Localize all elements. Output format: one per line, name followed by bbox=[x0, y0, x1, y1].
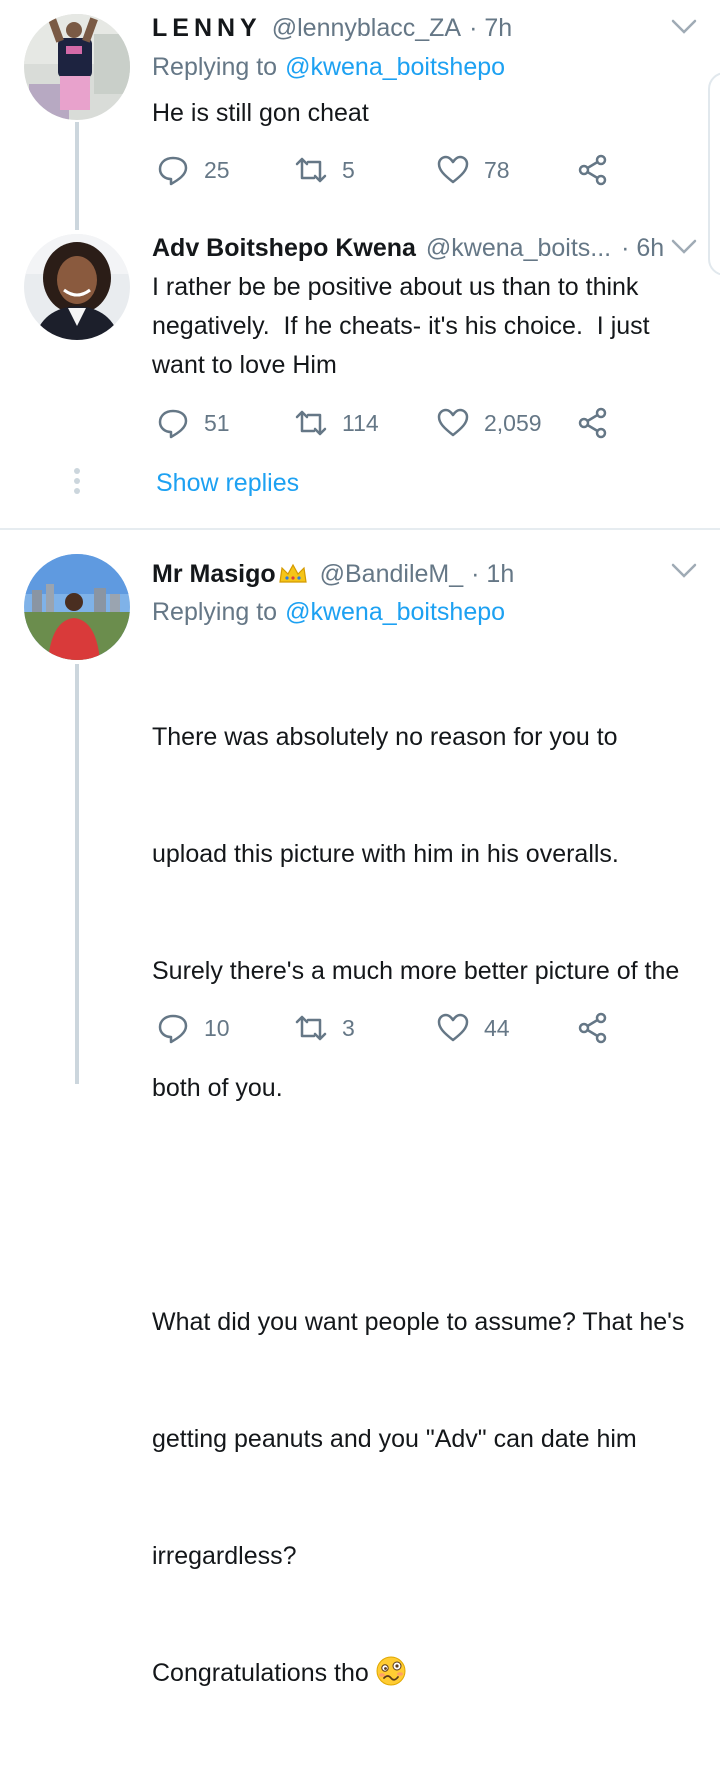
tweet-text: He is still gon cheat bbox=[152, 99, 369, 127]
avatar-image bbox=[24, 14, 130, 120]
like-count: 2,059 bbox=[484, 409, 542, 436]
share-button[interactable] bbox=[576, 1008, 624, 1048]
replying-to: Replying to @kwena_boitshepo bbox=[152, 53, 505, 82]
reply-button[interactable]: 51 bbox=[156, 403, 230, 443]
tweet-header: LENNY @lennyblacc_ZA · 7h bbox=[152, 8, 512, 48]
timestamp[interactable]: · 1h bbox=[471, 560, 514, 589]
chevron-down-icon[interactable] bbox=[670, 556, 698, 584]
tweet-lenny[interactable]: LENNY @lennyblacc_ZA · 7h Replying to @kw… bbox=[0, 0, 720, 230]
reply-icon bbox=[158, 409, 188, 439]
tweet-actions: 10 3 44 bbox=[152, 1008, 632, 1048]
tweet-adv-boitshepo[interactable]: Adv Boitshepo Kwena @kwena_boits... · 6h… bbox=[0, 228, 720, 528]
share-button[interactable] bbox=[576, 403, 624, 443]
display-name[interactable]: Adv Boitshepo Kwena bbox=[152, 234, 416, 263]
tweet-text-line bbox=[152, 1186, 712, 1225]
tweet-text: I rather be be positive about us than to… bbox=[152, 273, 657, 379]
share-icon bbox=[578, 407, 607, 439]
reply-count: 25 bbox=[204, 156, 230, 183]
like-button[interactable]: 44 bbox=[436, 1008, 510, 1048]
tweet-text-line: irregardless? bbox=[152, 1542, 297, 1570]
thread-line bbox=[75, 664, 79, 1084]
reply-count: 10 bbox=[204, 1014, 230, 1041]
avatar-image bbox=[24, 234, 130, 340]
reply-button[interactable]: 10 bbox=[156, 1008, 230, 1048]
like-icon bbox=[437, 1013, 469, 1042]
avatar-image bbox=[24, 554, 130, 660]
retweet-count: 5 bbox=[342, 156, 355, 183]
retweet-icon bbox=[295, 1015, 327, 1041]
chevron-down-icon[interactable] bbox=[670, 12, 698, 40]
tweet-text-line: getting peanuts and you "Adv" can date h… bbox=[152, 1425, 637, 1453]
like-button[interactable]: 2,059 bbox=[436, 403, 542, 443]
like-button[interactable]: 78 bbox=[436, 150, 510, 190]
retweet-count: 3 bbox=[342, 1014, 355, 1041]
replying-label: Replying to bbox=[152, 53, 278, 81]
retweet-button[interactable]: 3 bbox=[294, 1008, 355, 1048]
tweet-actions: 51 114 2,059 bbox=[152, 403, 632, 443]
tweet-text: There was absolutely no reason for you t… bbox=[152, 640, 712, 1771]
scroll-indicator[interactable] bbox=[708, 72, 720, 276]
tweet-text-line: There was absolutely no reason for you t… bbox=[152, 723, 618, 751]
replying-label: Replying to bbox=[152, 598, 278, 626]
user-handle[interactable]: @BandileM_ bbox=[320, 560, 464, 589]
chevron-down-icon[interactable] bbox=[670, 232, 698, 260]
avatar[interactable] bbox=[24, 14, 130, 120]
timestamp[interactable]: · 6h bbox=[621, 234, 664, 263]
like-icon bbox=[437, 408, 469, 437]
display-name[interactable]: LENNY bbox=[152, 14, 262, 43]
retweet-icon bbox=[295, 410, 327, 436]
reply-count: 51 bbox=[204, 409, 230, 436]
tweet-header: Adv Boitshepo Kwena @kwena_boits... · 6h bbox=[152, 228, 664, 268]
timestamp[interactable]: · 7h bbox=[469, 14, 512, 43]
share-icon bbox=[578, 154, 607, 186]
tweet-text-last: Congratulations tho bbox=[152, 1659, 369, 1687]
retweet-count: 114 bbox=[342, 409, 379, 436]
share-icon bbox=[578, 1012, 607, 1044]
tweet-text-line: both of you. bbox=[152, 1074, 283, 1102]
retweet-button[interactable]: 5 bbox=[294, 150, 355, 190]
reply-icon bbox=[158, 1014, 188, 1044]
tweet-header: Mr Masigo @BandileM_ · 1h bbox=[152, 554, 514, 594]
tweet-text-line: What did you want people to assume? That… bbox=[152, 1308, 685, 1336]
mention-link[interactable]: @kwena_boitshepo bbox=[285, 53, 505, 81]
tweet-text-line: Surely there's a much more better pictur… bbox=[152, 957, 680, 985]
like-count: 78 bbox=[484, 156, 510, 183]
woozy-face-emoji bbox=[376, 1656, 406, 1686]
crown-emoji bbox=[278, 563, 307, 583]
reply-icon bbox=[158, 156, 188, 186]
user-handle[interactable]: @kwena_boits... bbox=[426, 234, 611, 263]
show-replies-link[interactable]: Show replies bbox=[156, 469, 299, 498]
avatar[interactable] bbox=[24, 234, 130, 340]
replying-to: Replying to @kwena_boitshepo bbox=[152, 598, 505, 627]
like-count: 44 bbox=[484, 1014, 510, 1041]
like-icon bbox=[437, 155, 469, 184]
avatar[interactable] bbox=[24, 554, 130, 660]
user-handle[interactable]: @lennyblacc_ZA bbox=[272, 14, 461, 43]
thread-line bbox=[75, 122, 79, 230]
divider bbox=[0, 528, 720, 530]
retweet-icon bbox=[295, 157, 327, 183]
tweet-text-line: upload this picture with him in his over… bbox=[152, 840, 619, 868]
reply-button[interactable]: 25 bbox=[156, 150, 230, 190]
thread-dots bbox=[74, 468, 80, 498]
mention-link[interactable]: @kwena_boitshepo bbox=[285, 598, 505, 626]
tweet-actions: 25 5 78 bbox=[152, 150, 632, 190]
tweet-text-line: Congratulations tho bbox=[152, 1654, 712, 1693]
tweet-mr-masigo[interactable]: Mr Masigo @BandileM_ · 1h Replying to @kw… bbox=[0, 548, 720, 1687]
display-name[interactable]: Mr Masigo bbox=[152, 560, 276, 589]
retweet-button[interactable]: 114 bbox=[294, 403, 379, 443]
share-button[interactable] bbox=[576, 150, 624, 190]
